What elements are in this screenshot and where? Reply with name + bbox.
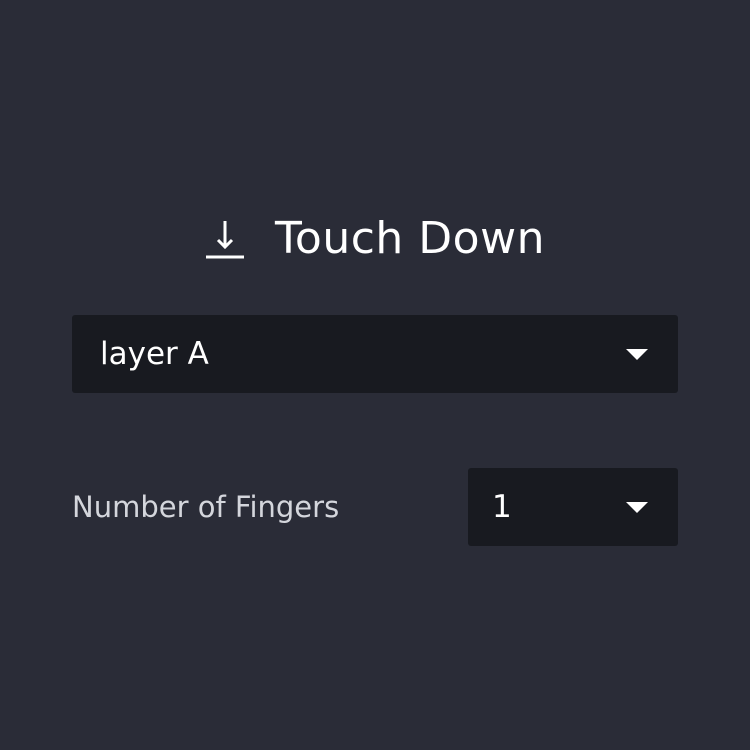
panel-header: Touch Down <box>0 210 750 268</box>
fingers-select[interactable]: 1 <box>468 468 678 546</box>
page-title: Touch Down <box>275 213 545 264</box>
layer-select-value: layer A <box>100 336 209 372</box>
download-arrow-icon <box>205 217 245 261</box>
layer-select[interactable]: layer A <box>72 315 678 393</box>
touch-down-panel: Touch Down layer A Number of Fingers 1 <box>0 0 750 750</box>
fingers-select-value: 1 <box>492 489 512 525</box>
fingers-label: Number of Fingers <box>72 490 340 524</box>
caret-down-icon <box>626 502 648 513</box>
caret-down-icon <box>626 349 648 360</box>
